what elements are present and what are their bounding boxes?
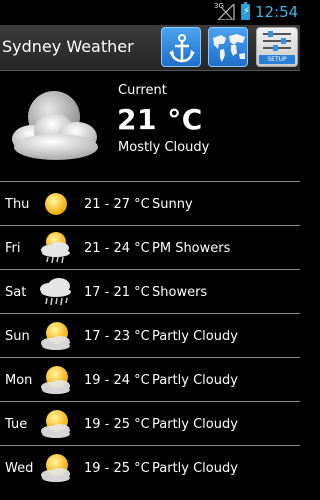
battery-icon: ⚡ (241, 2, 250, 20)
forecast-temp-range: 21 - 27 °C (84, 197, 150, 212)
status-bar: 3G ⚡ 12:54 (0, 0, 300, 25)
forecast-condition: Sunny (152, 197, 193, 212)
forecast-temp-range: 19 - 25 °C (84, 461, 150, 476)
current-condition: Mostly Cloudy (118, 140, 210, 155)
current-label: Current (118, 83, 167, 98)
forecast-condition: Partly Cloudy (152, 329, 238, 344)
forecast-day: Fri (5, 241, 21, 256)
forecast-temp-range: 17 - 21 °C (84, 285, 150, 300)
forecast-temp-range: 17 - 23 °C (84, 329, 150, 344)
map-button[interactable] (208, 27, 248, 67)
forecast-condition: PM Showers (152, 241, 231, 256)
forecast-day: Tue (5, 417, 28, 432)
forecast-day: Sat (5, 285, 27, 300)
cloud-rain-icon (38, 275, 74, 309)
forecast-day: Thu (5, 197, 30, 212)
clock: 12:54 (255, 3, 299, 21)
forecast-temp-range: 21 - 24 °C (84, 241, 150, 256)
setup-button[interactable]: SETUP (256, 27, 298, 67)
forecast-row-tue[interactable]: Tue 19 - 25 °C Partly Cloudy (0, 401, 300, 445)
forecast-day: Mon (5, 373, 33, 388)
forecast-row-sat[interactable]: Sat 17 - 21 °C Showers (0, 269, 300, 313)
sun-icon (38, 187, 74, 221)
forecast-temp-range: 19 - 25 °C (84, 417, 150, 432)
forecast-condition: Partly Cloudy (152, 373, 238, 388)
action-bar: Sydney Weather SETUP (0, 25, 300, 71)
signal-icon (217, 4, 235, 20)
forecast-list: Thu 21 - 27 °C Sunny Fri 21 - 24 °C PM Show… (0, 181, 300, 489)
sun-cloud-icon (38, 451, 74, 485)
forecast-day: Wed (5, 461, 34, 476)
sun-cloud-icon (38, 407, 74, 441)
forecast-condition: Partly Cloudy (152, 417, 238, 432)
forecast-day: Sun (5, 329, 30, 344)
sun-cloud-rain-icon (38, 231, 74, 265)
forecast-temp-range: 19 - 24 °C (84, 373, 150, 388)
moon-cloud-icon (12, 91, 98, 160)
anchor-icon (169, 34, 195, 63)
current-conditions: Current 21 °C Mostly Cloudy (0, 71, 300, 179)
sun-cloud-icon (38, 363, 74, 397)
forecast-row-sun[interactable]: Sun 17 - 23 °C Partly Cloudy (0, 313, 300, 357)
current-temperature: 21 °C (117, 103, 203, 136)
forecast-row-mon[interactable]: Mon 19 - 24 °C Partly Cloudy (0, 357, 300, 401)
forecast-row-thu[interactable]: Thu 21 - 27 °C Sunny (0, 181, 300, 225)
forecast-condition: Partly Cloudy (152, 461, 238, 476)
anchor-button[interactable] (161, 27, 201, 67)
forecast-row-fri[interactable]: Fri 21 - 24 °C PM Showers (0, 225, 300, 269)
setup-label: SETUP (259, 55, 295, 64)
world-map-icon (213, 34, 245, 62)
sliders-icon (263, 31, 291, 51)
sun-cloud-icon (38, 319, 74, 353)
forecast-row-wed[interactable]: Wed 19 - 25 °C Partly Cloudy (0, 445, 300, 489)
forecast-condition: Showers (152, 285, 208, 300)
app-title: Sydney Weather (2, 37, 134, 56)
